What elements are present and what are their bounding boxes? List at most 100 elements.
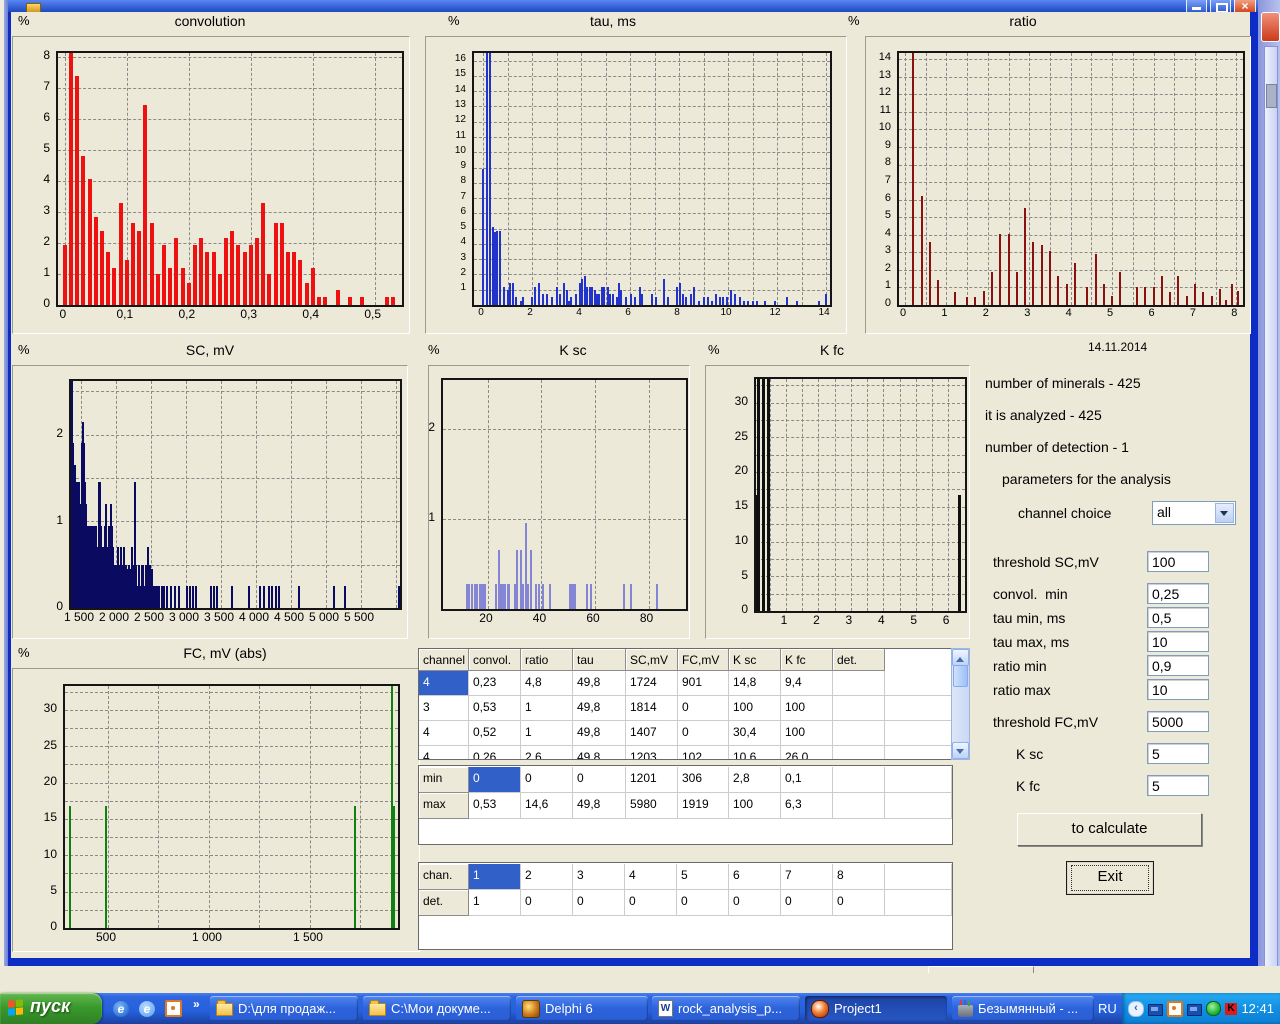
table-cell[interactable] <box>885 890 952 916</box>
table-cell[interactable] <box>833 746 885 760</box>
table-cell[interactable]: 0,26 <box>469 746 521 760</box>
param-input-2[interactable]: 0,5 <box>1147 607 1209 628</box>
column-header[interactable]: convol. <box>469 649 521 671</box>
scroll-up-button[interactable] <box>952 649 969 666</box>
table-cell[interactable]: 49,8 <box>573 721 626 746</box>
row-header[interactable]: chan. <box>419 864 469 890</box>
background-scrollbar-thumb[interactable] <box>1266 84 1277 108</box>
table-cell[interactable]: 1 <box>521 696 573 721</box>
background-button-fragment[interactable] <box>928 966 1034 973</box>
table-cell[interactable]: 7 <box>781 864 833 890</box>
language-indicator[interactable]: RU <box>1098 1001 1117 1016</box>
table-cell[interactable] <box>885 767 952 793</box>
table-cell[interactable]: 901 <box>678 671 729 696</box>
title-bar[interactable] <box>8 0 1258 12</box>
sync-icon[interactable] <box>1206 1001 1221 1016</box>
quick-launch-item[interactable]: e <box>139 1000 155 1018</box>
table-cell[interactable]: 1203 <box>626 746 678 760</box>
table-cell[interactable]: 100 <box>781 696 833 721</box>
table-cell[interactable]: 0 <box>678 696 729 721</box>
table-cell[interactable]: 1 <box>521 721 573 746</box>
table-cell[interactable]: 0 <box>625 890 677 916</box>
table-cell[interactable]: 100 <box>781 721 833 746</box>
table-cell[interactable] <box>885 864 952 890</box>
clocktray-icon[interactable] <box>1167 1001 1183 1017</box>
table-cell[interactable]: 49,8 <box>573 793 626 819</box>
scroll-down-button[interactable] <box>952 742 969 759</box>
quick-launch-item[interactable] <box>165 1000 182 1022</box>
param-input-5[interactable]: 10 <box>1147 679 1209 700</box>
table-cell[interactable] <box>833 696 885 721</box>
table-cell[interactable]: 0 <box>781 890 833 916</box>
taskbar-button-1[interactable]: C:\Мои докуме... <box>363 996 511 1021</box>
table-cell[interactable]: 49,8 <box>573 746 626 760</box>
table-cell[interactable] <box>833 721 885 746</box>
table-cell[interactable]: 10,6 <box>729 746 781 760</box>
kaspersky-icon[interactable]: K <box>1225 1003 1237 1015</box>
param-input-1[interactable]: 0,25 <box>1147 583 1209 604</box>
row-header[interactable]: max <box>419 793 469 819</box>
taskbar-button-3[interactable]: Wrock_analysis_p... <box>652 996 800 1021</box>
column-header[interactable]: ratio <box>521 649 573 671</box>
table-cell[interactable]: 0 <box>573 890 625 916</box>
quick-launch-item[interactable]: e <box>113 1000 129 1018</box>
table-cell[interactable]: 0 <box>833 890 885 916</box>
param-input-4[interactable]: 0,9 <box>1147 655 1209 676</box>
table-cell[interactable]: 0,23 <box>469 671 521 696</box>
table-cell[interactable]: 0 <box>729 890 781 916</box>
table-cell[interactable] <box>833 767 885 793</box>
table-cell[interactable]: 4 <box>419 671 469 696</box>
table-cell[interactable]: 102 <box>678 746 729 760</box>
param-input-8[interactable]: 5 <box>1147 775 1209 796</box>
table-cell[interactable]: 14,6 <box>521 793 573 819</box>
table-cell[interactable]: 4,8 <box>521 671 573 696</box>
table-cell[interactable] <box>885 671 952 696</box>
column-header[interactable]: channel <box>419 649 469 671</box>
table-cell[interactable]: 0 <box>573 767 626 793</box>
table-cell[interactable] <box>885 793 952 819</box>
table-cell[interactable]: 6 <box>729 864 781 890</box>
exit-button[interactable]: Exit <box>1066 861 1154 895</box>
row-header[interactable]: min <box>419 767 469 793</box>
dropdown-button[interactable] <box>1215 503 1234 523</box>
network-icon[interactable] <box>1148 1004 1163 1016</box>
table-cell[interactable]: 306 <box>678 767 729 793</box>
table-cell[interactable]: 1 <box>469 890 521 916</box>
quick-launch-overflow-chevron[interactable]: » <box>193 997 200 1011</box>
table-cell[interactable]: 9,4 <box>781 671 833 696</box>
table-cell[interactable]: 2 <box>521 864 573 890</box>
table-cell[interactable]: 4 <box>419 721 469 746</box>
background-close-button-fragment[interactable] <box>1261 12 1280 42</box>
table-cell[interactable]: 0 <box>521 890 573 916</box>
table-cell[interactable]: 4 <box>625 864 677 890</box>
table-cell[interactable] <box>885 721 952 746</box>
table-cell[interactable]: 0 <box>678 721 729 746</box>
channel-choice-dropdown[interactable]: all <box>1152 501 1236 525</box>
table-cell[interactable]: 0 <box>677 890 729 916</box>
taskbar-button-5[interactable]: Безымянный - ... <box>952 996 1094 1021</box>
taskbar-button-4[interactable]: Project1 <box>805 996 947 1021</box>
table-cell[interactable]: 49,8 <box>573 671 626 696</box>
column-header[interactable]: FC,mV <box>678 649 729 671</box>
param-input-7[interactable]: 5 <box>1147 743 1209 764</box>
table-cell[interactable]: 0 <box>521 767 573 793</box>
table-cell[interactable]: 100 <box>729 793 781 819</box>
table-cell[interactable]: 6,3 <box>781 793 833 819</box>
table-cell[interactable]: 0,1 <box>781 767 833 793</box>
background-scrollbar[interactable] <box>1264 46 1278 988</box>
table-cell[interactable]: 8 <box>833 864 885 890</box>
start-button[interactable]: пуск <box>0 993 102 1024</box>
table-cell[interactable]: 30,4 <box>729 721 781 746</box>
network-icon[interactable] <box>1187 1004 1202 1016</box>
taskbar-button-0[interactable]: D:\для продаж... <box>210 996 358 1021</box>
column-header[interactable]: SC,mV <box>626 649 678 671</box>
table-cell[interactable]: 4 <box>419 746 469 760</box>
table-cell[interactable]: 1724 <box>626 671 678 696</box>
table-cell[interactable]: 1919 <box>678 793 729 819</box>
column-header[interactable]: K fc <box>781 649 833 671</box>
tray-clock[interactable]: 12:41 <box>1241 1001 1274 1016</box>
table-cell[interactable]: 5 <box>677 864 729 890</box>
table-cell[interactable]: 1814 <box>626 696 678 721</box>
chevron-left-icon[interactable]: ‹ <box>1128 1001 1144 1017</box>
calculate-button[interactable]: to calculate <box>1017 813 1202 846</box>
